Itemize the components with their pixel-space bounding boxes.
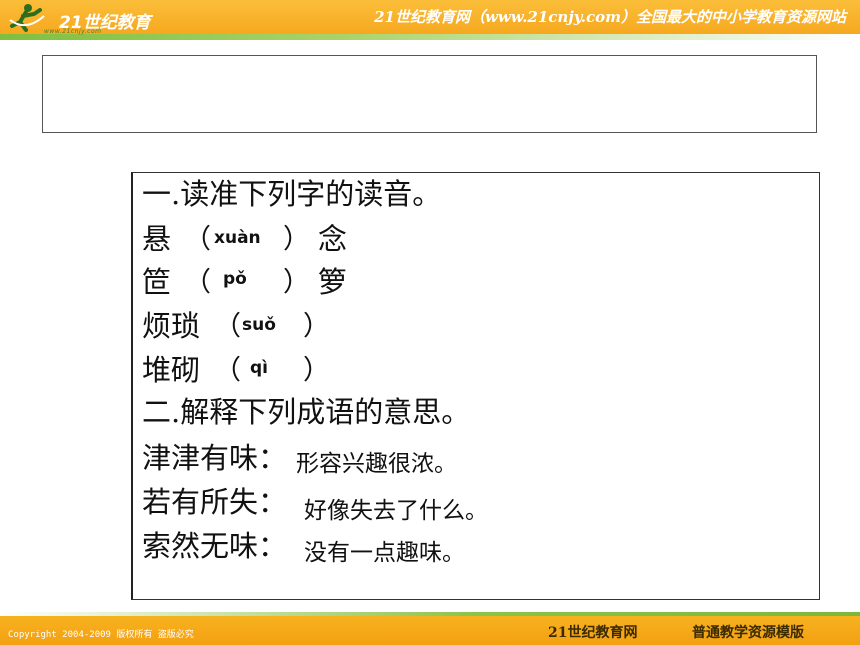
paren-open: （ bbox=[184, 267, 211, 298]
pinyin-answer-2: pǒ bbox=[223, 269, 247, 289]
logo-url: www.21cnjy.com bbox=[44, 28, 102, 35]
idiom-meaning-3: 没有一点趣味。 bbox=[304, 540, 465, 566]
pinyin-item-2-after: 箩 bbox=[318, 265, 348, 299]
paren-close: ） bbox=[303, 311, 330, 342]
idiom-meaning-1: 形容兴趣很浓。 bbox=[296, 451, 457, 477]
pinyin-item-1-before: 悬 bbox=[142, 222, 172, 256]
pinyin-item-1-after: 念 bbox=[318, 222, 348, 256]
pinyin-answer-1: xuàn bbox=[214, 228, 261, 248]
running-figure-icon bbox=[9, 4, 45, 32]
pinyin-answer-3: suǒ bbox=[242, 315, 276, 335]
footer-brand[interactable]: 21世纪教育网 bbox=[548, 622, 637, 642]
pinyin-answer-4: qì bbox=[250, 358, 268, 378]
paren-close: ） bbox=[303, 355, 330, 386]
slide-title-box bbox=[42, 55, 817, 133]
footer-copyright: Copyright 2004-2009 版权所有 盗版必究 bbox=[8, 630, 194, 640]
paren-close: ） bbox=[283, 224, 310, 255]
pinyin-item-3-before: 烦琐 bbox=[142, 309, 201, 343]
idiom-meaning-2: 好像失去了什么。 bbox=[304, 498, 488, 524]
idiom-term-3: 索然无味： bbox=[142, 529, 288, 563]
idiom-term-2: 若有所失： bbox=[142, 485, 288, 519]
idiom-term-1: 津津有味： bbox=[142, 441, 288, 475]
pinyin-item-2-before: 笸 bbox=[142, 265, 172, 299]
paren-open: （ bbox=[214, 355, 241, 386]
paren-open: （ bbox=[184, 224, 211, 255]
paren-open: （ bbox=[214, 311, 241, 342]
footer-template-label: 普通教学资源模版 bbox=[692, 625, 804, 641]
header-slogan: 21世纪教育网（www.21cnjy.com）全国最大的中小学教育资源网站 bbox=[374, 8, 846, 26]
paren-close: ） bbox=[283, 267, 310, 298]
pinyin-item-4-before: 堆砌 bbox=[142, 353, 201, 387]
site-logo[interactable]: 21世纪教育 www.21cnjy.com bbox=[6, 2, 156, 35]
header-divider bbox=[0, 34, 860, 40]
section1-title: 一.读准下列字的读音。 bbox=[142, 177, 442, 211]
section2-title: 二.解释下列成语的意思。 bbox=[142, 395, 471, 429]
